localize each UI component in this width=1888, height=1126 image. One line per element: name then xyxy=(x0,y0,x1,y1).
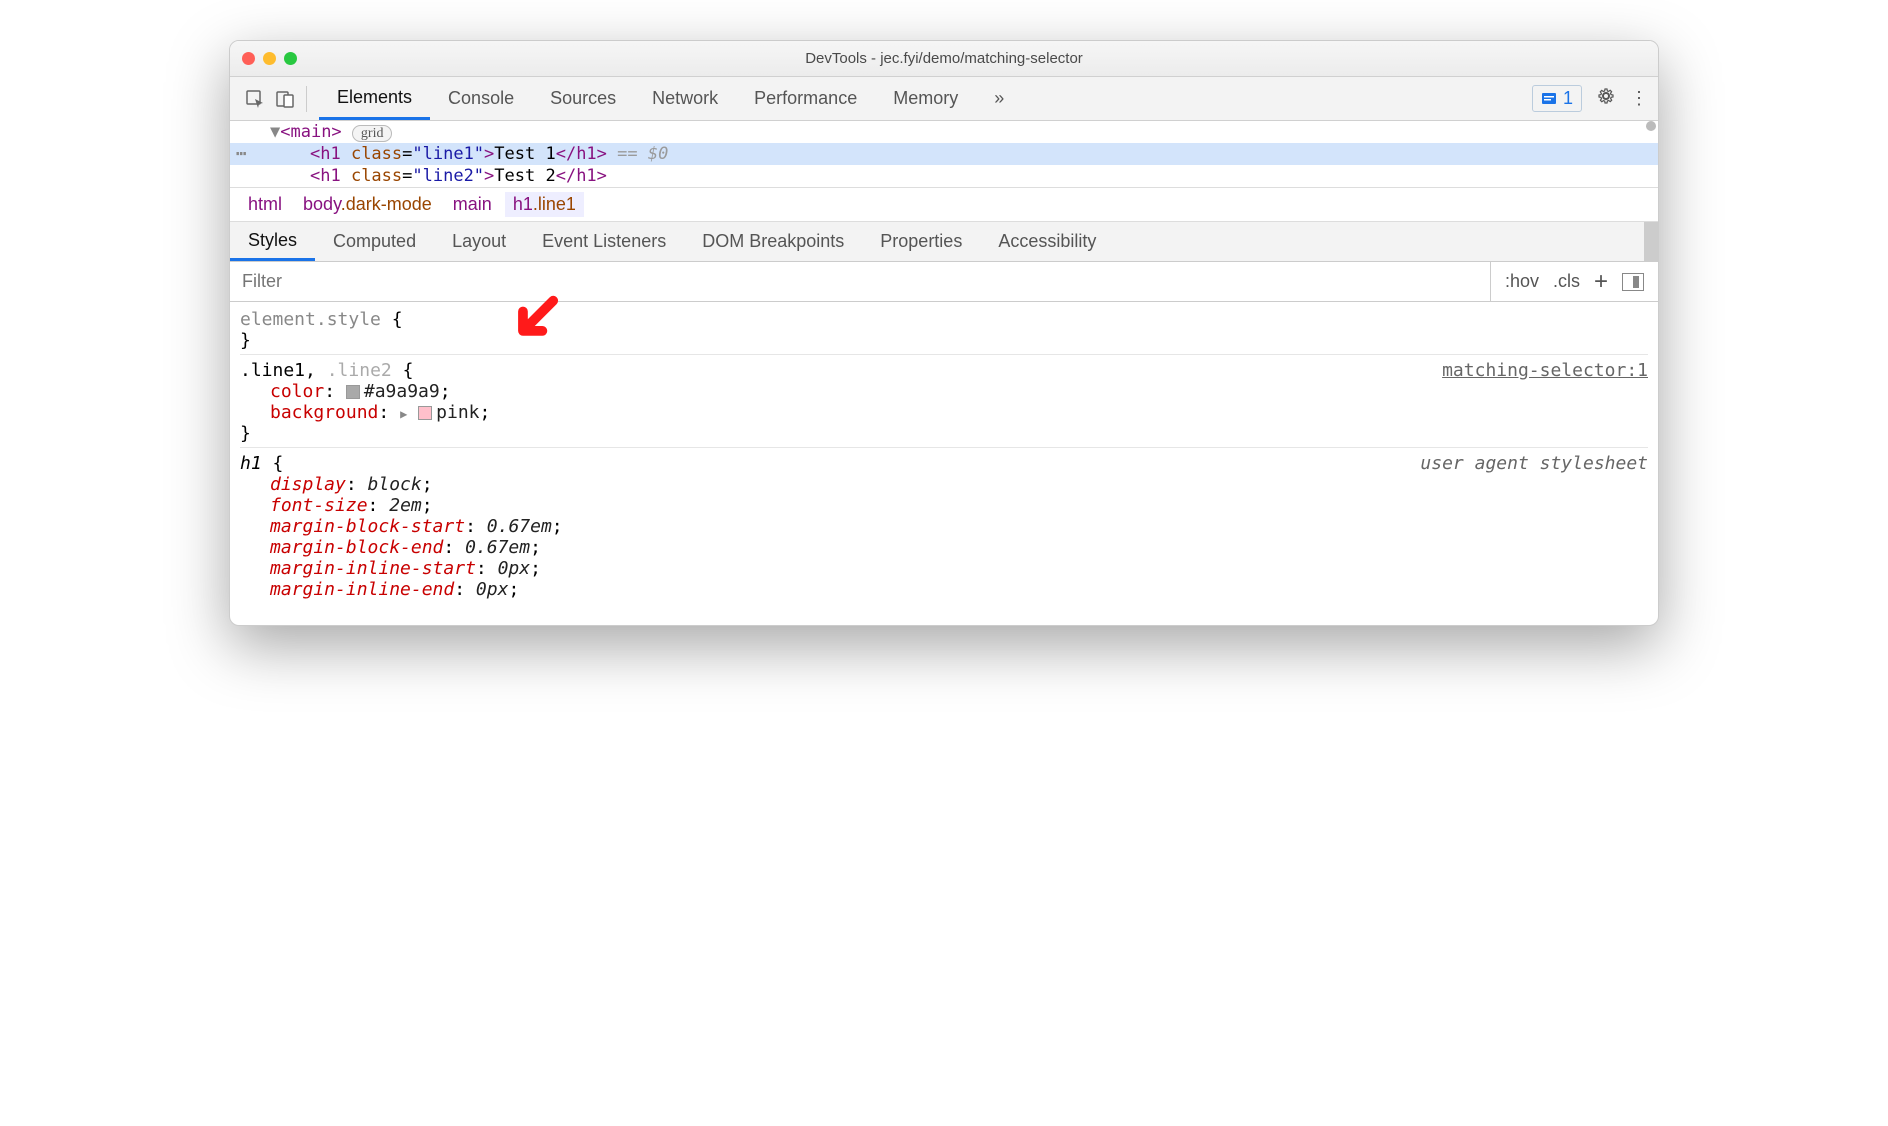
dom-node-h1-line2[interactable]: <h1 class="line2">Test 2</h1> xyxy=(230,165,1658,187)
device-toggle-icon[interactable] xyxy=(270,84,300,114)
dom-node-h1-line1[interactable]: <h1 class="line1">Test 1</h1> == $0 xyxy=(230,143,1658,165)
sidebar-tabs: Styles Computed Layout Event Listeners D… xyxy=(230,222,1658,262)
subtab-styles[interactable]: Styles xyxy=(230,222,315,261)
tab-memory[interactable]: Memory xyxy=(875,77,976,120)
ua-decl: margin-inline-end: 0px; xyxy=(240,579,1648,600)
inspect-icon[interactable] xyxy=(240,84,270,114)
ua-decl: margin-block-end: 0.67em; xyxy=(240,537,1648,558)
hov-toggle[interactable]: :hov xyxy=(1505,271,1539,292)
subtab-dom-breakpoints[interactable]: DOM Breakpoints xyxy=(684,222,862,261)
expand-icon[interactable]: ▶ xyxy=(400,407,407,421)
styles-filter-bar: :hov .cls + xyxy=(230,262,1658,302)
rule-user-agent-h1: h1 { user agent stylesheet display: bloc… xyxy=(240,450,1648,603)
panel-tabs: Elements Console Sources Network Perform… xyxy=(319,77,1022,120)
rule-source-link[interactable]: matching-selector:1 xyxy=(1442,360,1648,381)
crumb-html[interactable]: html xyxy=(240,192,290,217)
tab-console[interactable]: Console xyxy=(430,77,532,120)
decl-background[interactable]: background: ▶ pink; xyxy=(240,402,1648,423)
annotation-arrow-icon xyxy=(510,292,564,358)
devtools-window: DevTools - jec.fyi/demo/matching-selecto… xyxy=(229,40,1659,626)
scrollbar[interactable] xyxy=(1644,222,1658,261)
ua-decl: margin-block-start: 0.67em; xyxy=(240,516,1648,537)
color-swatch-icon[interactable] xyxy=(418,406,432,420)
subtab-properties[interactable]: Properties xyxy=(862,222,980,261)
kebab-menu-icon[interactable]: ⋮ xyxy=(1630,88,1648,109)
crumb-main[interactable]: main xyxy=(445,192,500,217)
subtab-accessibility[interactable]: Accessibility xyxy=(980,222,1114,261)
selector-line2[interactable]: .line2 xyxy=(327,360,392,381)
dom-node-main[interactable]: ▼<main> grid xyxy=(230,121,1658,143)
sidebar-toggle-icon[interactable] xyxy=(1622,273,1644,291)
styles-pane: element.style { } .line1, .line2 { match… xyxy=(230,302,1658,625)
color-swatch-icon[interactable] xyxy=(346,385,360,399)
titlebar: DevTools - jec.fyi/demo/matching-selecto… xyxy=(230,41,1658,77)
dom-tree[interactable]: ▼<main> grid <h1 class="line1">Test 1</h… xyxy=(230,121,1658,187)
ua-decl: display: block; xyxy=(240,474,1648,495)
ua-decl: font-size: 2em; xyxy=(240,495,1648,516)
tab-performance[interactable]: Performance xyxy=(736,77,875,120)
tab-sources[interactable]: Sources xyxy=(532,77,634,120)
tab-network[interactable]: Network xyxy=(634,77,736,120)
subtab-event-listeners[interactable]: Event Listeners xyxy=(524,222,684,261)
ua-decl: margin-inline-start: 0px; xyxy=(240,558,1648,579)
selector-line1[interactable]: .line1 xyxy=(240,360,305,381)
rule-line1-line2[interactable]: .line1, .line2 { matching-selector:1 col… xyxy=(240,357,1648,448)
settings-icon[interactable] xyxy=(1596,86,1616,111)
crumb-h1[interactable]: h1.line1 xyxy=(505,192,584,217)
issues-count: 1 xyxy=(1563,88,1573,109)
scroll-indicator[interactable] xyxy=(1646,121,1656,131)
new-rule-button[interactable]: + xyxy=(1594,268,1608,296)
subtab-computed[interactable]: Computed xyxy=(315,222,434,261)
divider xyxy=(306,86,307,112)
filter-input[interactable] xyxy=(230,262,1490,301)
ua-source-label: user agent stylesheet xyxy=(1420,453,1648,474)
breadcrumb: html body.dark-mode main h1.line1 xyxy=(230,187,1658,222)
tab-elements[interactable]: Elements xyxy=(319,77,430,120)
decl-color[interactable]: color: #a9a9a9; xyxy=(240,381,1648,402)
tab-more[interactable]: » xyxy=(976,77,1022,120)
issues-button[interactable]: 1 xyxy=(1532,85,1582,112)
crumb-body[interactable]: body.dark-mode xyxy=(295,192,440,217)
rule-element-style[interactable]: element.style { } xyxy=(240,306,1648,355)
subtab-layout[interactable]: Layout xyxy=(434,222,524,261)
cls-toggle[interactable]: .cls xyxy=(1553,271,1580,292)
window-title: DevTools - jec.fyi/demo/matching-selecto… xyxy=(230,50,1658,67)
main-toolbar: Elements Console Sources Network Perform… xyxy=(230,77,1658,121)
grid-badge[interactable]: grid xyxy=(352,125,393,142)
